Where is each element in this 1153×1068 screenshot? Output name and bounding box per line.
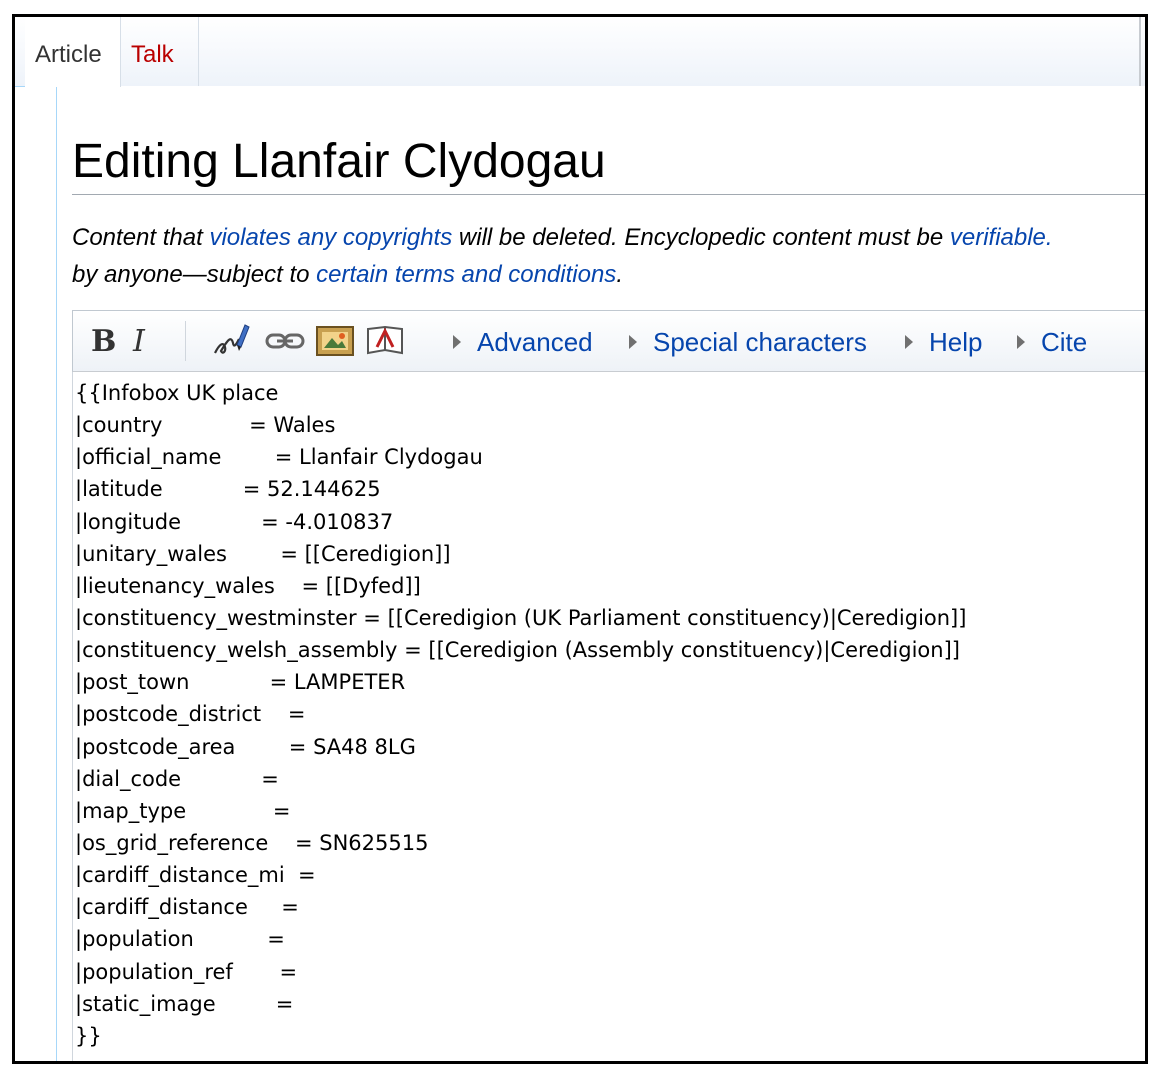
editor-line: |unitary_wales = [[Ceredigion]] bbox=[75, 541, 451, 566]
editor-line: |country = Wales bbox=[75, 413, 336, 438]
editor-line: {{Infobox UK place bbox=[75, 381, 279, 405]
tab-talk[interactable]: Talk bbox=[121, 17, 199, 87]
terms-link[interactable]: certain terms and conditions bbox=[316, 261, 616, 288]
editor-line: }} bbox=[75, 1023, 102, 1048]
browser-frame: Article Talk Editing Llanfair Clydogau C… bbox=[12, 14, 1148, 1064]
toolbar-divider bbox=[185, 321, 186, 361]
triangle-right-icon bbox=[453, 335, 461, 350]
page-title: Editing Llanfair Clydogau bbox=[72, 135, 606, 188]
edit-notice: Content that violates any copyrights wil… bbox=[72, 219, 1145, 293]
italic-button[interactable]: I bbox=[133, 324, 145, 359]
tab-article[interactable]: Article bbox=[25, 17, 121, 87]
title-divider bbox=[72, 194, 1145, 195]
editor-line: |map_type = bbox=[75, 798, 291, 823]
editor-line: |official_name = Llanfair Clydogau bbox=[75, 445, 483, 470]
editing-toolbar: B I Advanced Special characters Help Cit… bbox=[72, 310, 1145, 372]
notice-text: will be deleted. Encyclopedic content mu… bbox=[452, 224, 950, 251]
link-icon[interactable] bbox=[263, 323, 307, 359]
triangle-right-icon bbox=[1017, 335, 1025, 350]
copyrights-link[interactable]: violates any copyrights bbox=[209, 224, 452, 251]
advanced-label: Advanced bbox=[477, 327, 593, 357]
editor-line: |post_town = LAMPETER bbox=[75, 670, 406, 695]
tabbar-divider bbox=[1139, 17, 1141, 86]
verifiable-link[interactable]: verifiable. bbox=[950, 224, 1053, 251]
editor-line: |constituency_welsh_assembly = [[Ceredig… bbox=[75, 638, 960, 663]
notice-text: Content that bbox=[72, 224, 210, 251]
triangle-right-icon bbox=[905, 335, 913, 350]
cite-section-toggle[interactable]: Cite bbox=[1017, 326, 1087, 358]
edit-notice-line-1: Content that violates any copyrights wil… bbox=[72, 219, 1145, 256]
editor-line: |cardiff_distance = bbox=[75, 895, 299, 920]
editor-line: |latitude = 52.144625 bbox=[75, 477, 381, 502]
notice-text: . bbox=[616, 261, 623, 288]
editor-line: |longitude = -4.010837 bbox=[75, 509, 394, 534]
editor-line: |cardiff_distance_mi = bbox=[75, 863, 316, 888]
editor-line: |postcode_district = bbox=[75, 702, 306, 727]
editor-line: |lieutenancy_wales = [[Dyfed]] bbox=[75, 573, 421, 598]
editor-line: |population = bbox=[75, 927, 285, 952]
editor-line: |os_grid_reference = SN625515 bbox=[75, 830, 429, 855]
special-characters-label: Special characters bbox=[653, 327, 867, 357]
help-label: Help bbox=[929, 327, 983, 357]
page-tabs: Article Talk bbox=[15, 17, 1145, 87]
editor-line: |constituency_westminster = [[Ceredigion… bbox=[75, 605, 967, 630]
editor-line: |postcode_area = SA48 8LG bbox=[75, 734, 416, 759]
signature-icon[interactable] bbox=[211, 321, 255, 361]
editor-line: |dial_code = bbox=[75, 766, 279, 791]
bold-button[interactable]: B bbox=[91, 324, 116, 359]
editor-line: |population_ref = bbox=[75, 959, 298, 984]
triangle-right-icon bbox=[629, 335, 637, 350]
advanced-section-toggle[interactable]: Advanced bbox=[453, 326, 593, 358]
cite-label: Cite bbox=[1041, 327, 1088, 357]
help-section-toggle[interactable]: Help bbox=[905, 326, 982, 358]
content-area: Editing Llanfair Clydogau Content that v… bbox=[56, 86, 1145, 1061]
notice-text: by anyone—subject to bbox=[72, 261, 317, 288]
special-characters-section-toggle[interactable]: Special characters bbox=[629, 326, 867, 358]
edit-notice-line-2: by anyone—subject to certain terms and c… bbox=[72, 256, 1145, 293]
reference-icon[interactable] bbox=[365, 323, 405, 359]
editor-line: |static_image = bbox=[75, 991, 294, 1016]
image-icon[interactable] bbox=[315, 323, 355, 359]
wikitext-editor[interactable]: {{Infobox UK place |country = Wales |off… bbox=[72, 372, 1145, 1061]
